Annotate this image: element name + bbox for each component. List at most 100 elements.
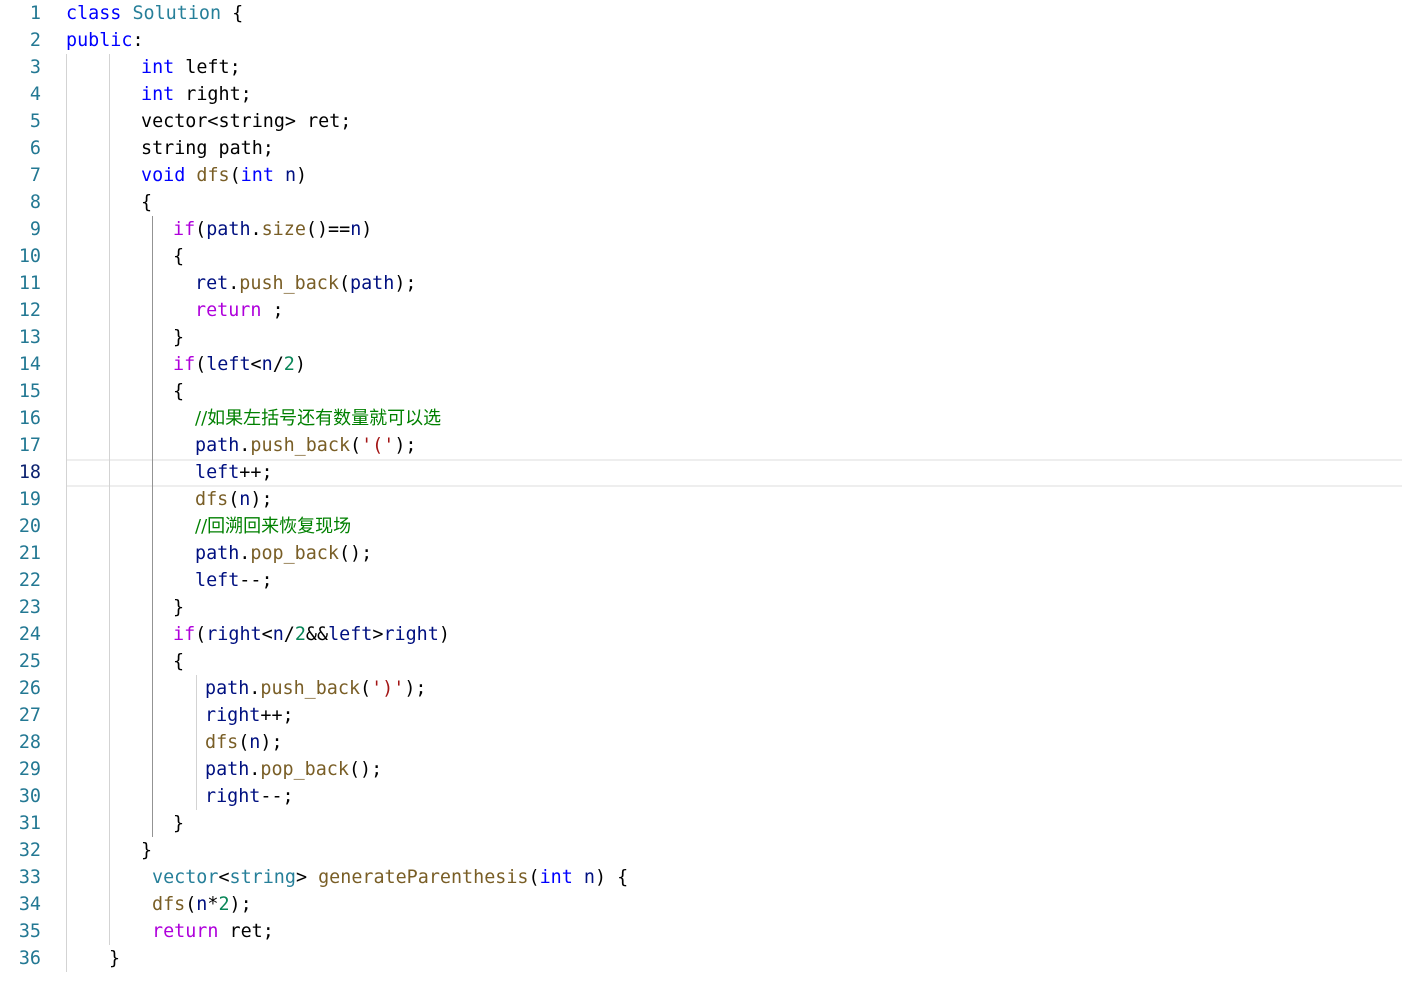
code-token: right; — [174, 84, 252, 105]
code-token: class — [66, 3, 122, 24]
code-line[interactable]: 34 dfs(n*2); — [0, 891, 1402, 918]
code-token: pop_back — [250, 543, 339, 564]
code-token: ) — [294, 354, 306, 375]
code-token: int — [539, 867, 573, 888]
code-token: if — [173, 219, 196, 240]
code-token: . — [249, 759, 261, 780]
code-token: push_back — [239, 273, 339, 294]
code-line[interactable]: 28 dfs(n); — [0, 729, 1402, 756]
line-number: 22 — [18, 570, 41, 591]
code-text: path.pop_back(); — [205, 756, 382, 783]
line-number: 8 — [29, 192, 41, 213]
code-line[interactable]: 22 left--; — [0, 567, 1402, 594]
code-text: right--; — [205, 783, 294, 810]
code-line[interactable]: 8{ — [0, 189, 1402, 216]
code-token: . — [250, 219, 262, 240]
code-token: { — [173, 651, 185, 672]
code-token: > — [372, 624, 384, 645]
code-token: ( — [350, 435, 362, 456]
line-number: 27 — [18, 705, 41, 726]
code-line[interactable]: 11 ret.push_back(path); — [0, 270, 1402, 297]
code-line[interactable]: 9 if(path.size()==n) — [0, 216, 1402, 243]
code-token: ( — [195, 354, 207, 375]
code-line[interactable]: 1 class Solution { — [0, 0, 1402, 27]
code-token: push_back — [260, 678, 361, 699]
line-number: 15 — [18, 381, 41, 402]
code-token: ); — [250, 489, 273, 510]
code-token: left — [195, 462, 240, 483]
line-number: 33 — [18, 867, 41, 888]
code-line[interactable]: 20 //回溯回来恢复现场 — [0, 513, 1402, 540]
line-number: 1 — [29, 3, 41, 24]
code-token: left — [195, 570, 240, 591]
line-number: 14 — [18, 354, 41, 375]
line-number: 32 — [18, 840, 41, 861]
code-line[interactable]: 15 { — [0, 378, 1402, 405]
code-token: string path; — [141, 138, 274, 159]
code-text: left++; — [195, 459, 273, 486]
code-token: ++; — [260, 705, 294, 726]
code-line[interactable]: 25 { — [0, 648, 1402, 675]
code-line[interactable]: 24 if(right<n/2&&left>right) — [0, 621, 1402, 648]
code-text: vector<string> generateParenthesis(int n… — [152, 864, 628, 891]
code-token: : — [132, 30, 144, 51]
code-text: } — [173, 324, 184, 351]
code-token: right — [383, 624, 439, 645]
code-comment: //如果左括号还有数量就可以选 — [195, 408, 442, 429]
code-line[interactable]: 3 int left; — [0, 54, 1402, 81]
code-line[interactable]: 13} — [0, 324, 1402, 351]
code-text: { — [173, 648, 184, 675]
code-token: * — [207, 894, 219, 915]
code-line[interactable]: 36} — [0, 945, 1402, 972]
code-line[interactable]: 30 right--; — [0, 783, 1402, 810]
code-line[interactable]: 17 path.push_back('('); — [0, 432, 1402, 459]
code-text: ret.push_back(path); — [195, 270, 416, 297]
code-editor[interactable]: 1 class Solution {2 public: 3 int left; 4 int … — [0, 0, 1402, 990]
code-line[interactable]: 4 int right; — [0, 81, 1402, 108]
code-text: left--; — [195, 567, 273, 594]
code-token: path — [350, 273, 395, 294]
code-line[interactable]: 16 //如果左括号还有数量就可以选 — [0, 405, 1402, 432]
code-token: --; — [239, 570, 273, 591]
code-token: ); — [394, 435, 417, 456]
code-line[interactable]: 27 right++; — [0, 702, 1402, 729]
code-line[interactable]: 14 if(left<n/2) — [0, 351, 1402, 378]
code-token: n — [284, 165, 297, 186]
code-line[interactable]: 21 path.pop_back(); — [0, 540, 1402, 567]
code-token: n — [272, 624, 284, 645]
line-number: 21 — [18, 543, 41, 564]
code-token: return — [152, 921, 219, 942]
code-token: n — [583, 867, 595, 888]
code-line[interactable]: 23} — [0, 594, 1402, 621]
code-token: { — [173, 381, 185, 402]
line-number: 13 — [18, 327, 41, 348]
code-line[interactable]: 6 string path; — [0, 135, 1402, 162]
code-line[interactable]: 10 { — [0, 243, 1402, 270]
code-comment: //回溯回来恢复现场 — [195, 516, 352, 537]
code-token: ); — [229, 894, 252, 915]
code-line[interactable]: 31} — [0, 810, 1402, 837]
code-text: right++; — [205, 702, 294, 729]
code-line[interactable]: 33 vector<string> generateParenthesis(int… — [0, 864, 1402, 891]
code-line[interactable]: 32} — [0, 837, 1402, 864]
code-line[interactable]: 12 return ; — [0, 297, 1402, 324]
code-line[interactable]: 2 public: — [0, 27, 1402, 54]
code-line[interactable]: 26 path.push_back(')'); — [0, 675, 1402, 702]
code-line[interactable]: 35 return ret; — [0, 918, 1402, 945]
code-line[interactable]: 18 left++; — [0, 459, 1402, 486]
code-token: left; — [174, 57, 241, 78]
code-token: (); — [348, 759, 383, 780]
code-token: vector — [152, 867, 219, 888]
code-line[interactable]: 7 void dfs(int n) — [0, 162, 1402, 189]
code-text: path.push_back('('); — [195, 432, 416, 459]
code-line[interactable]: 19 dfs(n); — [0, 486, 1402, 513]
code-token: ( — [229, 165, 241, 186]
code-token: ret; — [218, 921, 274, 942]
code-token: dfs — [196, 165, 230, 186]
code-text: } — [109, 945, 120, 972]
code-line[interactable]: 29 path.pop_back(); — [0, 756, 1402, 783]
code-line[interactable]: 5 vector<string> ret; — [0, 108, 1402, 135]
code-token: } — [173, 813, 185, 834]
code-text: dfs(n*2); — [152, 891, 252, 918]
code-token: dfs — [152, 894, 186, 915]
